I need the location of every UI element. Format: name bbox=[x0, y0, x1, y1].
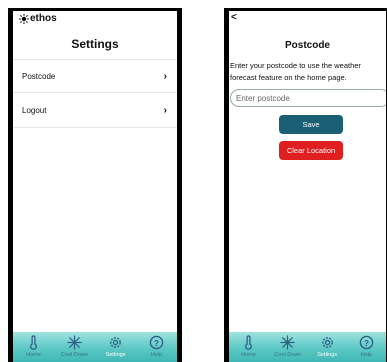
postcode-input[interactable] bbox=[230, 89, 386, 107]
clear-location-button[interactable]: Clear Location bbox=[279, 141, 343, 160]
svg-text:?: ? bbox=[154, 338, 159, 348]
snowflake-icon bbox=[280, 335, 296, 350]
postcode-description: Enter your postcode to use the weather f… bbox=[230, 61, 361, 82]
thermometer-icon bbox=[30, 335, 37, 350]
chevron-right-icon: › bbox=[163, 70, 167, 82]
tab-help[interactable]: ? Help bbox=[137, 332, 177, 358]
gear-icon bbox=[110, 337, 121, 348]
page-title: Postcode bbox=[284, 40, 330, 51]
tab-label: Home bbox=[241, 352, 256, 358]
tab-cool-down[interactable]: Cool Down bbox=[268, 332, 307, 358]
tab-label: Settings bbox=[105, 352, 126, 358]
sun-icon bbox=[19, 13, 29, 24]
save-button[interactable]: Save bbox=[279, 115, 343, 134]
tab-home[interactable]: Home bbox=[14, 332, 54, 358]
tab-bar: Home Cool Down Settings ? Help bbox=[13, 332, 177, 362]
tab-label: Help bbox=[360, 352, 373, 358]
settings-screen: ethos Settings Postcode › Logout › Home … bbox=[8, 8, 182, 362]
tab-label: Home bbox=[26, 352, 41, 358]
snowflake-icon bbox=[67, 335, 82, 350]
chevron-right-icon: › bbox=[163, 105, 167, 116]
menu-item-logout[interactable]: Logout › bbox=[13, 94, 177, 128]
brand-name: ethos bbox=[30, 13, 57, 24]
help-icon: ? bbox=[149, 335, 164, 350]
menu-item-label: Postcode bbox=[22, 71, 56, 81]
postcode-screen: < Postcode Enter your postcode to use th… bbox=[224, 8, 387, 362]
tab-settings[interactable]: Settings bbox=[96, 332, 136, 358]
tab-help[interactable]: ? Help bbox=[347, 332, 386, 358]
thermometer-icon bbox=[245, 335, 253, 350]
menu-item-postcode[interactable]: Postcode › bbox=[13, 59, 177, 93]
tab-label: Cool Down bbox=[274, 352, 302, 358]
tab-label: Cool Down bbox=[61, 352, 88, 358]
tab-label: Help bbox=[150, 352, 163, 358]
back-button[interactable]: < bbox=[231, 12, 237, 23]
help-icon: ? bbox=[359, 335, 374, 350]
tab-cool-down[interactable]: Cool Down bbox=[55, 332, 95, 358]
svg-text:?: ? bbox=[364, 338, 369, 348]
tab-bar: Home Cool Down Settings ? Help bbox=[229, 332, 386, 362]
tab-settings[interactable]: Settings bbox=[308, 332, 347, 358]
tab-home[interactable]: Home bbox=[229, 332, 268, 358]
menu-item-label: Logout bbox=[22, 106, 47, 115]
brand-logo: ethos bbox=[19, 13, 57, 24]
gear-icon bbox=[321, 337, 333, 348]
page-title: Settings bbox=[71, 37, 119, 51]
tab-label: Settings bbox=[317, 352, 338, 358]
